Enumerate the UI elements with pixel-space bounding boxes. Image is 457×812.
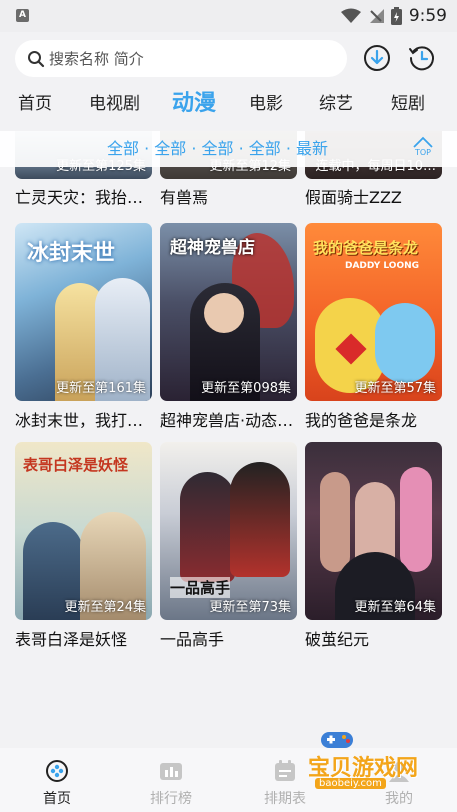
history-icon[interactable] <box>408 44 436 72</box>
cover-title: 表哥白泽是妖怪 <box>23 456 129 474</box>
filter-bar: 全部 · 全部 · 全部 · 全部 · 最新 TOP <box>0 131 457 167</box>
notification-icon: A <box>16 9 29 22</box>
video-thumbnail[interactable]: 我的爸爸是条龙 DADDY LOONG 更新至第57集 <box>305 223 442 401</box>
arrow-up-icon <box>413 136 433 148</box>
tab-home[interactable]: 首页 <box>18 84 52 124</box>
video-thumbnail[interactable]: 一品高手 更新至第73集 <box>160 442 297 620</box>
cover-title: 冰封末世 <box>27 241 116 266</box>
video-thumbnail[interactable]: 更新至第64集 <box>305 442 442 620</box>
search-icon <box>28 50 45 67</box>
video-title: 冰封末世，我打… <box>15 411 144 430</box>
nav-label: 首页 <box>43 791 71 807</box>
tab-movies[interactable]: 电影 <box>249 84 283 124</box>
schedule-icon <box>275 760 295 781</box>
home-gamepad-icon <box>46 760 68 782</box>
video-card[interactable]: 我的爸爸是条龙 DADDY LOONG 更新至第57集 我的爸爸是条龙 <box>305 223 442 430</box>
video-thumbnail[interactable]: 冰封末世 更新至第161集 <box>15 223 152 401</box>
back-to-top-button[interactable]: TOP <box>410 136 436 164</box>
nav-label: 排行榜 <box>150 791 192 807</box>
cover-subtitle: DADDY LOONG <box>345 261 420 271</box>
episode-label: 更新至第73集 <box>209 600 291 615</box>
video-thumbnail[interactable]: 表哥白泽是妖怪 更新至第24集 <box>15 442 152 620</box>
wifi-icon <box>340 8 361 23</box>
watermark-url: baobeiy.com <box>315 778 386 789</box>
video-title: 亡灵天灾：我抬… <box>15 188 144 207</box>
video-card[interactable]: 更新至第64集 破茧纪元 <box>305 442 442 649</box>
episode-label: 更新至第161集 <box>56 381 146 396</box>
category-tabs: 首页 电视剧 动漫 电影 综艺 短剧 <box>0 84 457 124</box>
video-title: 表哥白泽是妖怪 <box>15 630 128 649</box>
filter-options[interactable]: 全部 · 全部 · 全部 · 全部 · 最新 <box>107 131 328 167</box>
cover-title: 我的爸爸是条龙 <box>313 239 419 257</box>
cover-title: 超神宠兽店 <box>170 238 255 258</box>
video-title: 有兽焉 <box>160 188 209 207</box>
nav-home[interactable]: 首页 <box>22 760 92 808</box>
download-icon[interactable] <box>363 44 391 72</box>
nav-ranking[interactable]: 排行榜 <box>136 760 206 808</box>
video-card[interactable]: 冰封末世 更新至第161集 冰封末世，我打… <box>15 223 152 430</box>
no-signal-icon <box>369 9 384 23</box>
clock: 9:59 <box>408 6 447 26</box>
search-bar[interactable] <box>15 40 347 77</box>
episode-label: 更新至第24集 <box>64 600 146 615</box>
search-input[interactable] <box>49 49 309 68</box>
tab-variety[interactable]: 综艺 <box>319 84 353 124</box>
video-title: 一品高手 <box>160 630 225 649</box>
video-card[interactable]: 超神宠兽店 更新至第098集 超神宠兽店·动态… <box>160 223 297 430</box>
video-thumbnail[interactable]: 超神宠兽店 更新至第098集 <box>160 223 297 401</box>
video-title: 超神宠兽店·动态… <box>160 411 294 430</box>
status-icons: 9:59 <box>340 5 447 27</box>
tab-tv-series[interactable]: 电视剧 <box>89 84 140 124</box>
watermark-logo: 宝贝游戏网 baobeiy.com <box>300 728 440 798</box>
episode-label: 更新至第57集 <box>354 381 436 396</box>
episode-label: 更新至第64集 <box>354 600 436 615</box>
video-title: 破茧纪元 <box>305 630 370 649</box>
tab-anime[interactable]: 动漫 <box>172 84 216 124</box>
status-bar: A 9:59 <box>0 0 457 32</box>
episode-label: 更新至第098集 <box>201 381 291 396</box>
ranking-icon <box>160 763 182 780</box>
top-label: TOP <box>414 148 431 157</box>
cover-title: 一品高手 <box>170 577 231 598</box>
video-title: 我的爸爸是条龙 <box>305 411 418 430</box>
video-card[interactable]: 一品高手 更新至第73集 一品高手 <box>160 442 297 649</box>
battery-charging-icon <box>390 7 402 25</box>
video-card[interactable]: 表哥白泽是妖怪 更新至第24集 表哥白泽是妖怪 <box>15 442 152 649</box>
video-title: 假面骑士ZZZ <box>305 188 402 207</box>
gamepad-icon <box>321 732 353 748</box>
tab-short-drama[interactable]: 短剧 <box>391 84 425 124</box>
